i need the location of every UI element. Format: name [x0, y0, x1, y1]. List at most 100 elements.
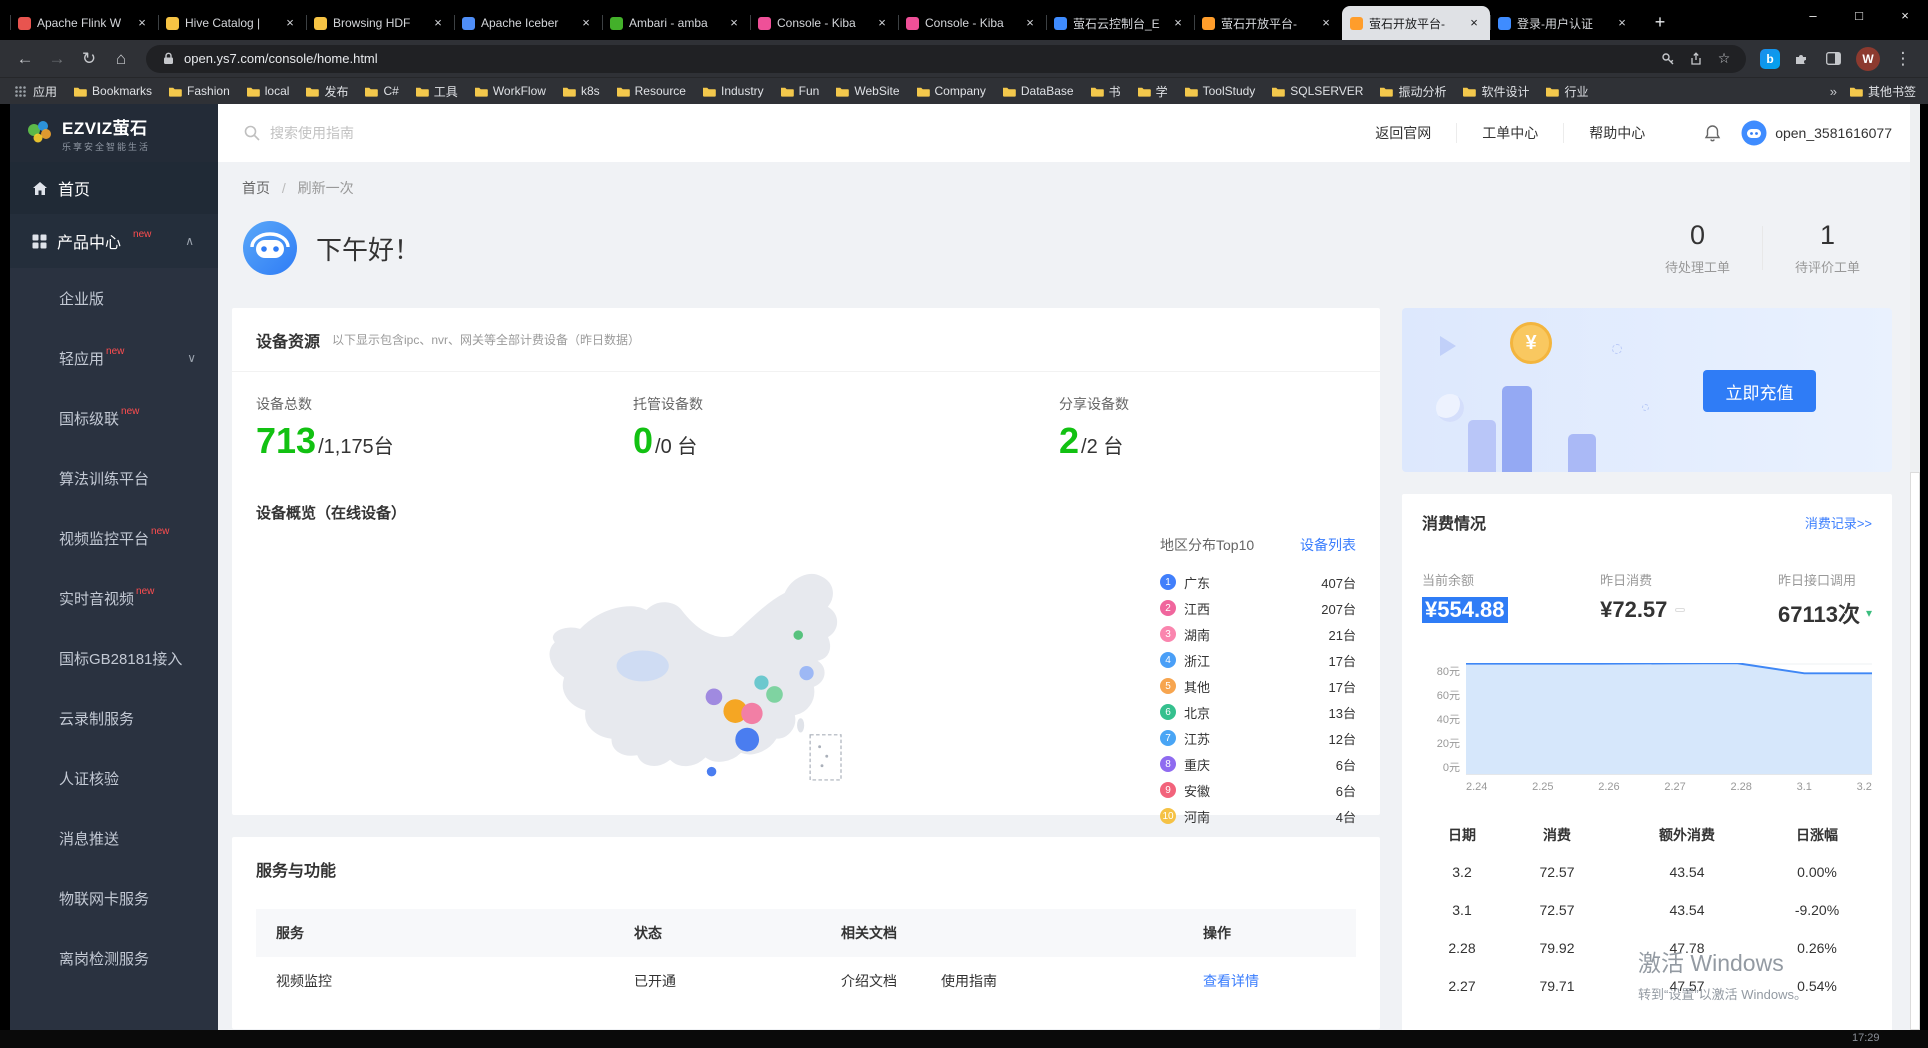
scrollbar-thumb[interactable] — [1910, 472, 1920, 1030]
apps-shortcut[interactable]: 应用 — [12, 83, 57, 100]
sidebar-item[interactable]: 国标级联 new — [10, 388, 218, 448]
bookmark-item[interactable]: 振动分析 — [1379, 83, 1446, 100]
browser-tab[interactable]: 萤石开放平台- — [1194, 6, 1342, 40]
sidebar-item[interactable]: 人证核验 — [10, 748, 218, 808]
tab-close-icon[interactable] — [1466, 15, 1482, 31]
recharge-button[interactable]: 立即充值 — [1703, 370, 1816, 412]
forward-icon[interactable]: → — [42, 44, 72, 74]
profile-avatar[interactable]: W — [1856, 47, 1880, 71]
sidebar-item[interactable]: 算法训练平台 — [10, 448, 218, 508]
bookmark-item[interactable]: Resource — [616, 84, 686, 98]
tab-close-icon[interactable] — [430, 15, 446, 31]
bookmark-item[interactable]: Industry — [702, 84, 764, 98]
browser-tab[interactable]: Console - Kiba — [750, 6, 898, 40]
breadcrumb-home[interactable]: 首页 — [242, 180, 270, 196]
bookmark-item[interactable]: SQLSERVER — [1271, 84, 1363, 98]
close-button[interactable]: × — [1882, 0, 1928, 30]
tab-close-icon[interactable] — [1022, 15, 1038, 31]
notification-bell-icon[interactable] — [1704, 124, 1721, 143]
bookmark-item[interactable]: 工具 — [415, 83, 458, 100]
bookmark-item[interactable]: 行业 — [1545, 83, 1588, 100]
sidebar-item[interactable]: 轻应用 new ∨ — [10, 328, 218, 388]
side-panel-icon[interactable] — [1818, 44, 1848, 74]
tab-device-list[interactable]: 设备列表 — [1300, 535, 1356, 555]
tab-close-icon[interactable] — [726, 15, 742, 31]
bookmark-item[interactable]: WebSite — [835, 84, 899, 98]
service-doc-intro[interactable]: 介绍文档 — [841, 971, 897, 991]
extensions-puzzle-icon[interactable] — [1786, 44, 1816, 74]
detail-tag[interactable] — [1675, 608, 1685, 612]
link-ticket-center[interactable]: 工单中心 — [1456, 123, 1563, 143]
link-help-center[interactable]: 帮助中心 — [1563, 123, 1670, 143]
page-scrollbar[interactable] — [1910, 104, 1920, 1030]
bookmark-star-icon[interactable]: ☆ — [1716, 51, 1732, 67]
browser-tab[interactable]: Apache Flink W — [10, 6, 158, 40]
bookmark-item[interactable]: Fashion — [168, 84, 230, 98]
sidebar-item-product-center[interactable]: 产品中心 new ∧ — [10, 214, 218, 268]
caret-down-icon[interactable]: ▾ — [1866, 606, 1872, 620]
service-doc-guide[interactable]: 使用指南 — [941, 971, 997, 991]
reload-icon[interactable]: ↻ — [74, 44, 104, 74]
sidebar-item[interactable]: 企业版 — [10, 268, 218, 328]
browser-tab[interactable]: 萤石开放平台- — [1342, 6, 1490, 40]
rating-tickets-stat[interactable]: 1 待评价工单 — [1763, 220, 1892, 276]
tab-close-icon[interactable] — [134, 15, 150, 31]
tab-close-icon[interactable] — [1318, 15, 1334, 31]
clock: 17:29 — [1852, 1032, 1880, 1044]
bookmark-item[interactable]: 学 — [1137, 83, 1168, 100]
sidebar-item[interactable]: 消息推送 — [10, 808, 218, 868]
tab-close-icon[interactable] — [1614, 15, 1630, 31]
bookmark-item[interactable]: Bookmarks — [73, 84, 152, 98]
ezviz-logo[interactable]: EZVIZ萤石 乐享安全智能生活 — [10, 104, 218, 162]
sidebar-item[interactable]: 物联网卡服务 — [10, 868, 218, 928]
sidebar-item[interactable]: 离岗检测服务 — [10, 928, 218, 988]
bookmark-item[interactable]: C# — [364, 84, 398, 98]
sidebar-item[interactable]: 国标GB28181接入 — [10, 628, 218, 688]
browser-tab[interactable]: Apache Iceber — [454, 6, 602, 40]
bookmark-item[interactable]: 软件设计 — [1462, 83, 1529, 100]
url-text[interactable]: open.ys7.com/console/home.html — [184, 51, 1652, 66]
bookmark-item[interactable]: WorkFlow — [474, 84, 546, 98]
tab-region-top10[interactable]: 地区分布Top10 — [1160, 535, 1254, 555]
bookmarks-overflow-icon[interactable]: » — [1830, 84, 1837, 99]
sidebar-item[interactable]: 云录制服务 — [10, 688, 218, 748]
browser-tab[interactable]: Ambari - amba — [602, 6, 750, 40]
link-official-site[interactable]: 返回官网 — [1350, 123, 1456, 143]
maximize-button[interactable]: □ — [1836, 0, 1882, 30]
sidebar-item-home[interactable]: 首页 — [10, 162, 218, 214]
bookmark-item[interactable]: Company — [916, 84, 986, 98]
bookmark-item[interactable]: local — [246, 84, 290, 98]
tab-close-icon[interactable] — [1170, 15, 1186, 31]
user-chip[interactable]: open_3581616077 — [1741, 120, 1892, 146]
password-key-icon[interactable] — [1660, 51, 1676, 67]
service-detail-link[interactable]: 查看详情 — [1203, 971, 1356, 991]
browser-tab[interactable]: Browsing HDF — [306, 6, 454, 40]
search-input[interactable] — [270, 125, 590, 141]
back-icon[interactable]: ← — [10, 44, 40, 74]
bookmark-item[interactable]: k8s — [562, 84, 600, 98]
bookmark-item[interactable]: DataBase — [1002, 84, 1074, 98]
bing-icon[interactable]: b — [1760, 49, 1780, 69]
bookmark-item[interactable]: Fun — [780, 84, 820, 98]
browser-tab[interactable]: 登录-用户认证 — [1490, 6, 1638, 40]
bookmark-item[interactable]: 发布 — [305, 83, 348, 100]
browser-tab[interactable]: Console - Kiba — [898, 6, 1046, 40]
browser-menu-icon[interactable]: ⋮ — [1888, 44, 1918, 74]
other-bookmarks[interactable]: 其他书签 — [1849, 83, 1916, 100]
bookmark-item[interactable]: 书 — [1090, 83, 1121, 100]
sidebar-item[interactable]: 视频监控平台 new — [10, 508, 218, 568]
browser-tab[interactable]: 萤石云控制台_E — [1046, 6, 1194, 40]
new-tab-button[interactable]: + — [1646, 9, 1674, 37]
address-bar[interactable]: open.ys7.com/console/home.html ☆ — [146, 45, 1746, 73]
sidebar-item[interactable]: 实时音视频 new — [10, 568, 218, 628]
tab-close-icon[interactable] — [578, 15, 594, 31]
browser-tab[interactable]: Hive Catalog | — [158, 6, 306, 40]
home-icon[interactable]: ⌂ — [106, 44, 136, 74]
minimize-button[interactable]: – — [1790, 0, 1836, 30]
share-icon[interactable] — [1688, 51, 1704, 67]
consumption-records-link[interactable]: 消费记录>> — [1805, 513, 1872, 532]
bookmark-item[interactable]: ToolStudy — [1184, 84, 1256, 98]
pending-tickets-stat[interactable]: 0 待处理工单 — [1633, 220, 1762, 276]
tab-close-icon[interactable] — [874, 15, 890, 31]
tab-close-icon[interactable] — [282, 15, 298, 31]
